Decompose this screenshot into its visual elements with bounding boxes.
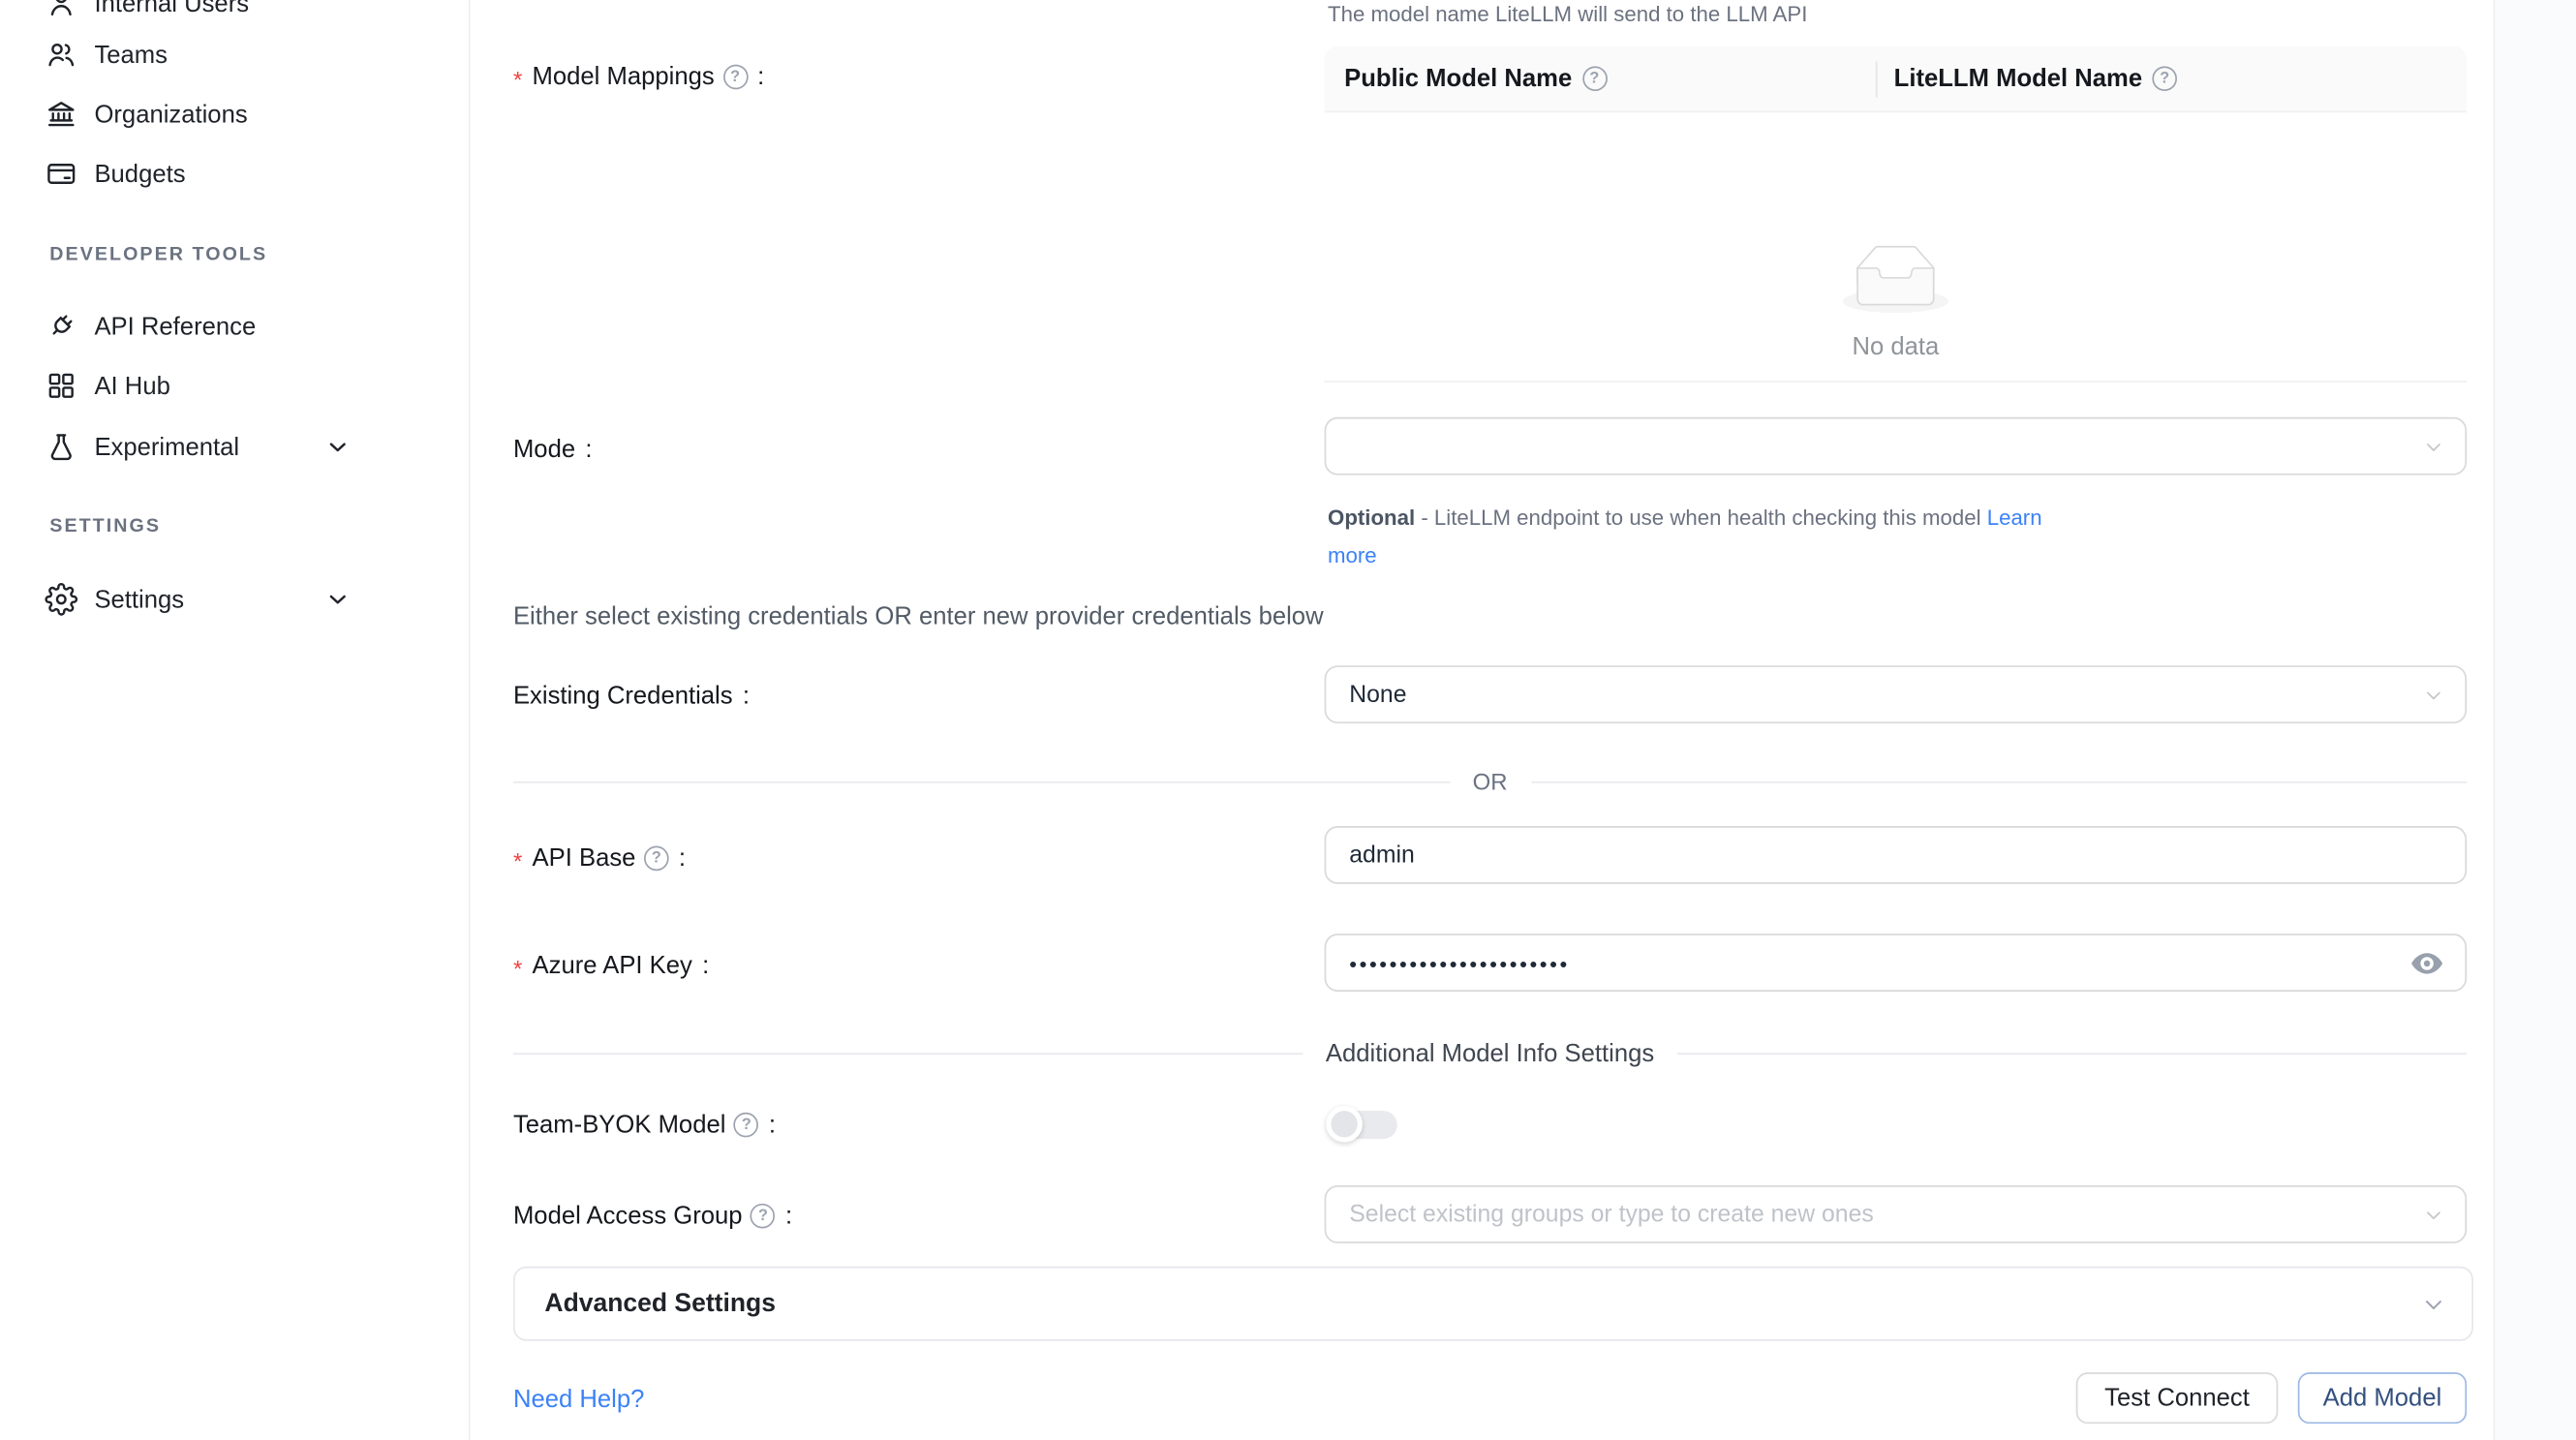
model-access-group-select[interactable]: Select existing groups or type to create… [1325, 1185, 2468, 1243]
existing-credentials-select[interactable]: None [1325, 665, 2468, 723]
azure-api-key-label: * Azure API Key : [513, 949, 709, 982]
model-mappings-label: * Model Mappings : [513, 60, 764, 93]
chevron-down-icon [324, 434, 351, 460]
table-empty-body: No data [1325, 112, 2468, 383]
sidebar-section-settings: SETTINGS [49, 516, 161, 539]
help-icon[interactable] [1581, 66, 1607, 91]
advanced-settings-panel[interactable]: Advanced Settings [513, 1267, 2473, 1341]
azure-api-key-input[interactable]: •••••••••••••••••••••• [1325, 934, 2468, 992]
chevron-down-icon [2422, 1292, 2445, 1315]
sidebar-item-label: API Reference [94, 312, 256, 340]
chevron-down-icon [324, 586, 351, 612]
sidebar-item-label: Settings [94, 585, 184, 613]
additional-settings-divider: Additional Model Info Settings [513, 1040, 2467, 1068]
column-header-litellm-model-name: LiteLLM Model Name [1876, 46, 2467, 111]
team-byok-toggle[interactable] [1330, 1111, 1397, 1139]
flask-icon [45, 430, 77, 463]
need-help-link[interactable]: Need Help? [513, 1386, 644, 1414]
masked-password-value: •••••••••••••••••••••• [1349, 952, 1570, 977]
model-access-group-label: Model Access Group : [513, 1199, 792, 1232]
help-icon[interactable] [734, 1112, 759, 1137]
eye-icon[interactable] [2408, 944, 2445, 981]
chevron-down-icon [2424, 1205, 2444, 1225]
model-mappings-table: Public Model Name LiteLLM Model Name [1325, 46, 2468, 383]
grid-icon [45, 369, 77, 402]
toggle-knob [1326, 1106, 1363, 1143]
sidebar-item-label: Organizations [94, 100, 247, 128]
or-divider: OR [513, 768, 2467, 794]
team-byok-label: Team-BYOK Model : [513, 1108, 776, 1141]
api-base-input[interactable]: admin [1325, 826, 2468, 884]
credentials-note: Either select existing credentials OR en… [513, 602, 1324, 630]
sidebar-item-label: Teams [94, 41, 168, 69]
help-icon[interactable] [751, 1203, 776, 1228]
sidebar-item-label: Internal Users [94, 0, 249, 17]
add-model-button[interactable]: Add Model [2298, 1372, 2467, 1424]
sidebar-item-label: AI Hub [94, 372, 169, 400]
sidebar-item-experimental[interactable]: Experimental [0, 417, 469, 477]
required-marker: * [513, 955, 522, 981]
help-icon[interactable] [2152, 66, 2177, 91]
sidebar-item-label: Experimental [94, 433, 239, 461]
required-marker: * [513, 66, 522, 92]
model-name-help-text: The model name LiteLLM will send to the … [1328, 2, 2470, 27]
help-icon[interactable] [722, 64, 748, 89]
empty-inbox-icon [1843, 245, 1948, 313]
plug-icon [45, 310, 77, 343]
user-icon [45, 0, 77, 20]
required-marker: * [513, 846, 522, 873]
sidebar-section-developer-tools: DEVELOPER TOOLS [49, 245, 267, 268]
table-header-row: Public Model Name LiteLLM Model Name [1325, 46, 2468, 112]
test-connect-button[interactable]: Test Connect [2076, 1372, 2279, 1424]
help-icon[interactable] [644, 845, 669, 871]
litellm-admin-ui: Internal Users Teams Organizations Budge… [0, 0, 2576, 1440]
sidebar-item-organizations[interactable]: Organizations [0, 84, 469, 144]
mode-select[interactable] [1325, 417, 2468, 475]
chevron-down-icon [2424, 685, 2444, 705]
sidebar-item-budgets[interactable]: Budgets [0, 144, 469, 204]
gear-icon [45, 583, 77, 616]
select-placeholder: Select existing groups or type to create… [1349, 1201, 1874, 1227]
mode-help-text: Optional - LiteLLM endpoint to use when … [1328, 499, 2470, 575]
column-header-public-model-name: Public Model Name [1325, 46, 1876, 111]
sidebar-item-label: Budgets [94, 160, 185, 188]
page-background-strip [2494, 0, 2576, 1440]
divider-line [513, 1053, 1303, 1055]
mode-label: Mode : [513, 432, 593, 465]
divider-line [1677, 1053, 2467, 1055]
add-model-form: The model name LiteLLM will send to the … [471, 0, 2494, 1440]
chevron-down-icon [2424, 436, 2444, 456]
sidebar-item-teams[interactable]: Teams [0, 25, 469, 85]
sidebar-item-ai-hub[interactable]: AI Hub [0, 356, 469, 416]
api-base-label: * API Base : [513, 841, 686, 873]
sidebar-item-api-reference[interactable]: API Reference [0, 296, 469, 356]
advanced-settings-title: Advanced Settings [544, 1289, 776, 1319]
divider-line [1530, 781, 2467, 782]
sidebar-item-settings[interactable]: Settings [0, 569, 469, 629]
no-data-text: No data [1325, 333, 2468, 361]
column-divider [1876, 61, 1878, 98]
divider-line [513, 781, 1450, 782]
bank-icon [45, 98, 77, 131]
credit-card-icon [45, 157, 77, 190]
existing-credentials-label: Existing Credentials : [513, 679, 750, 712]
users-icon [45, 38, 77, 71]
sidebar: Internal Users Teams Organizations Budge… [0, 0, 471, 1440]
